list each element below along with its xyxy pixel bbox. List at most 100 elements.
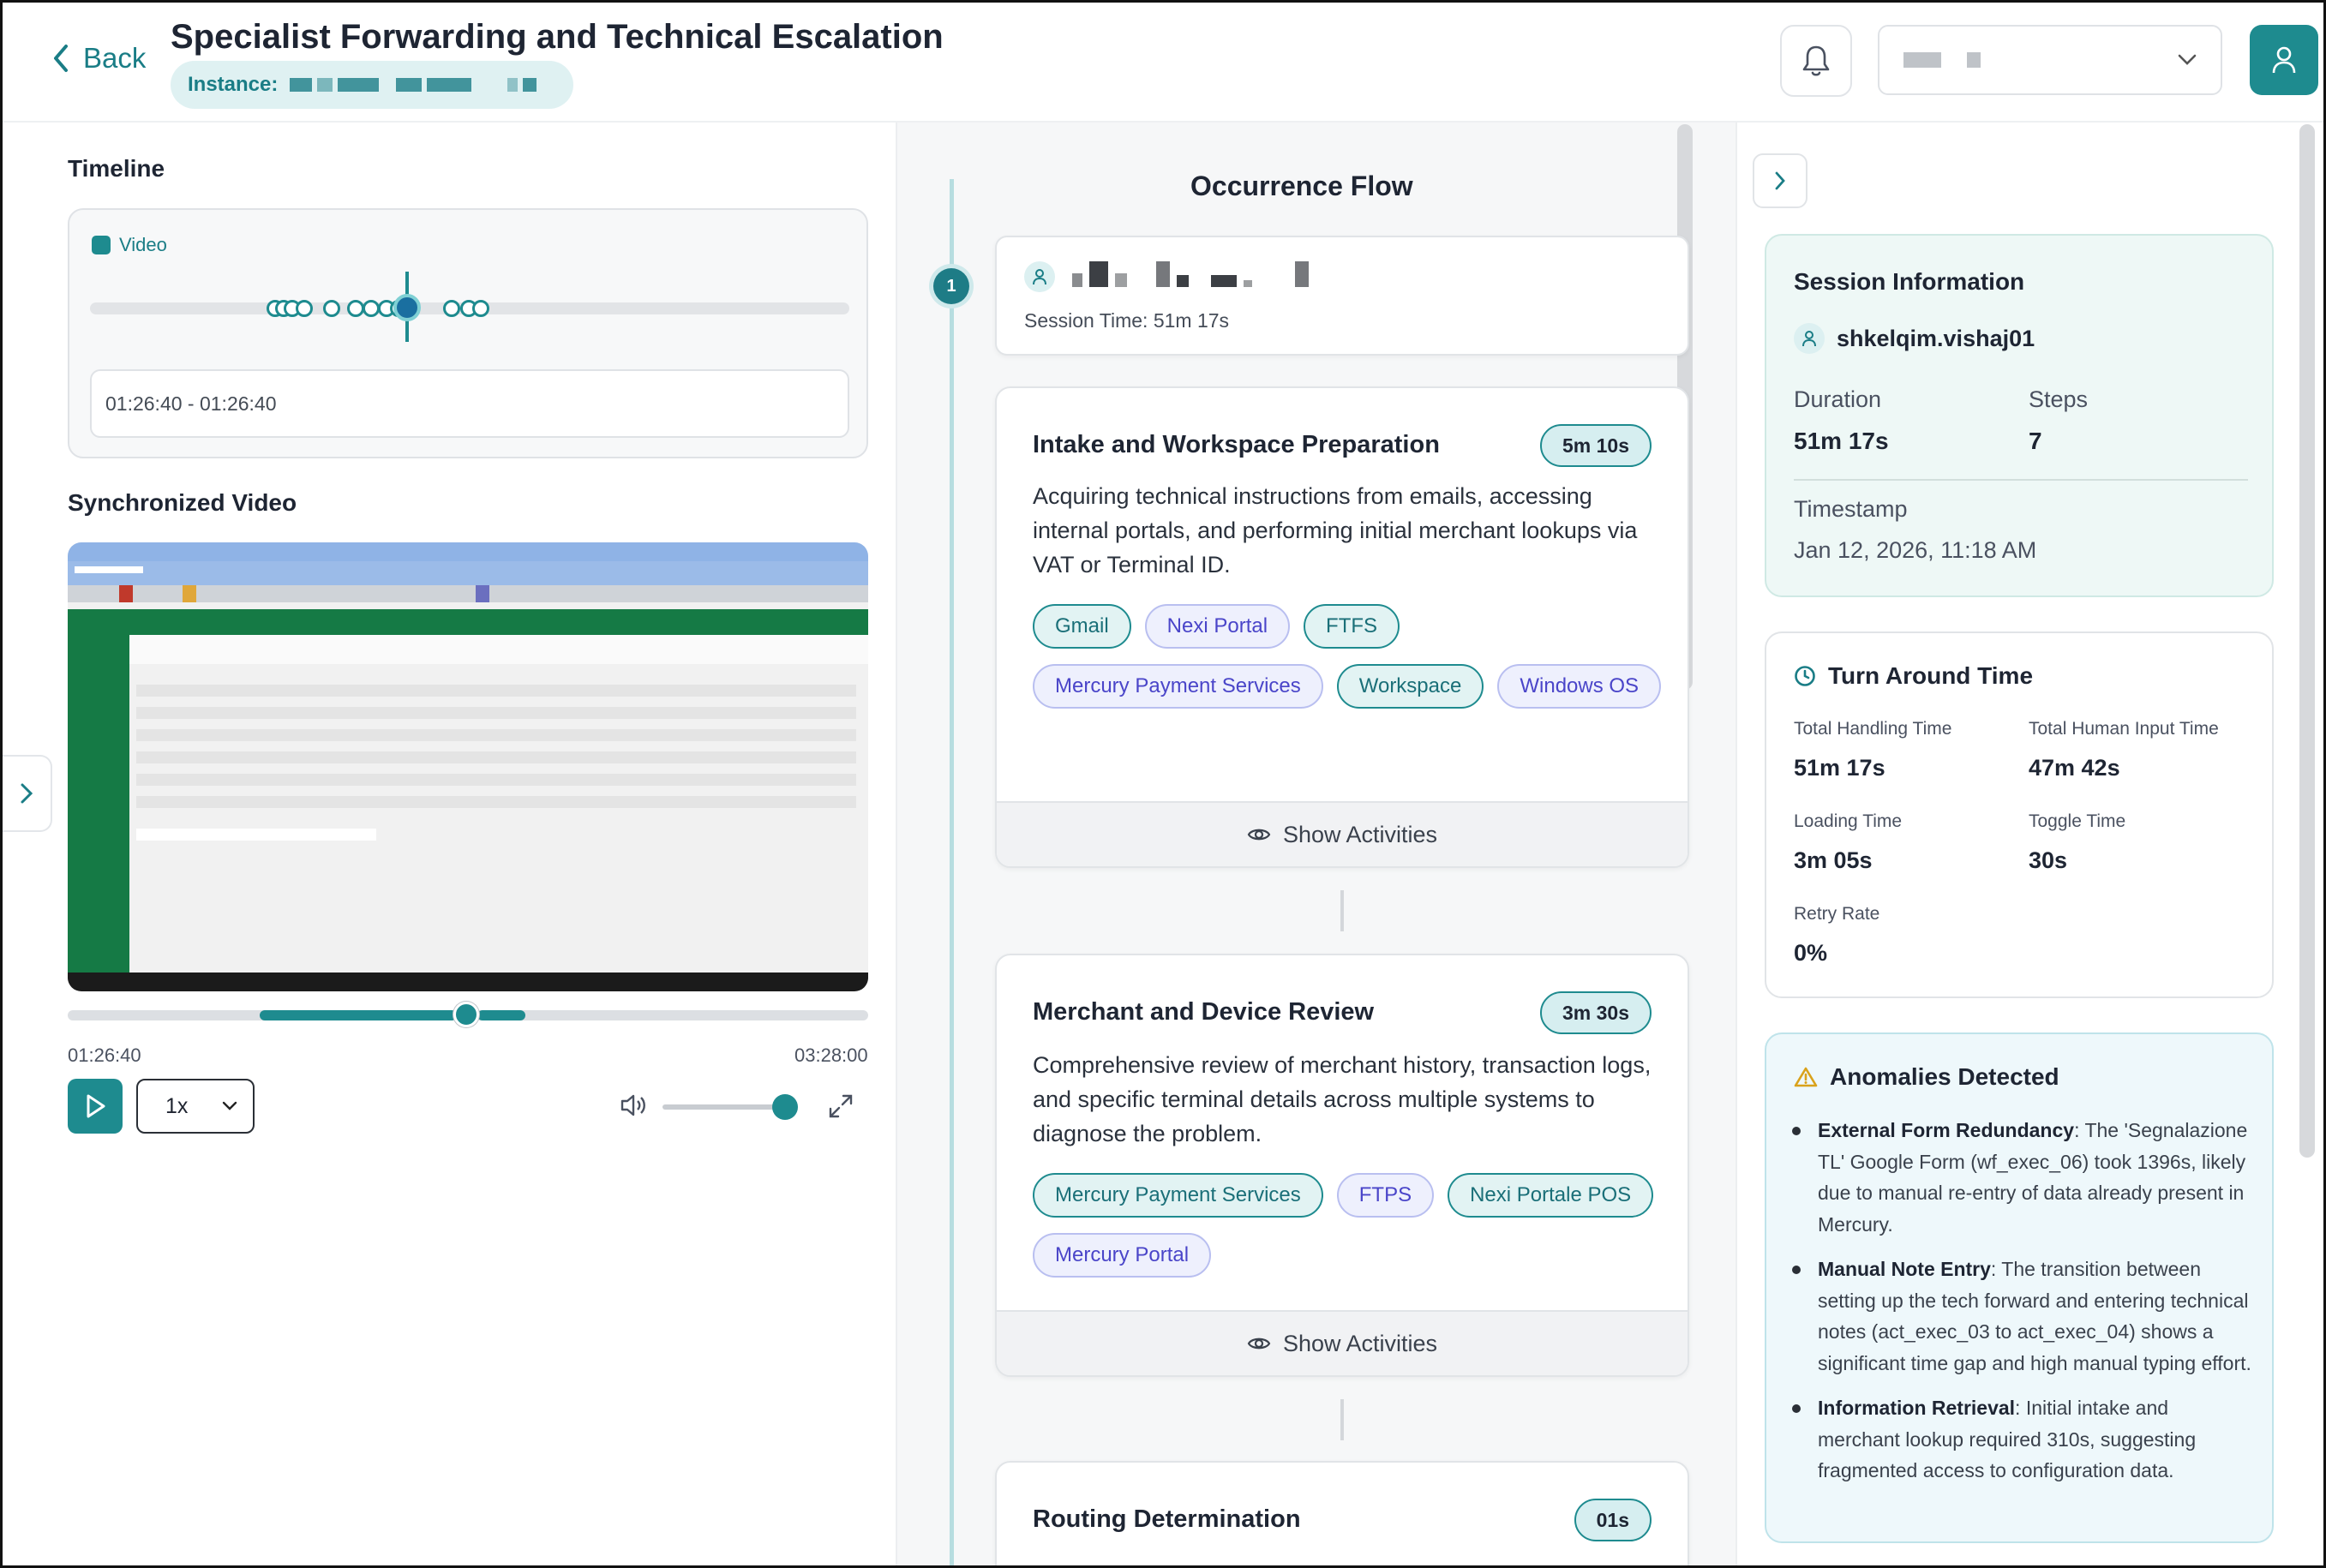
eye-icon — [1247, 1338, 1271, 1350]
timeline-playhead[interactable] — [393, 294, 421, 321]
step-card: Routing Determination 01s — [995, 1461, 1689, 1565]
fullscreen-icon[interactable] — [827, 1092, 854, 1120]
session-user: shkelqim.vishaj01 — [1794, 323, 2035, 354]
total-human-value: 47m 42s — [2029, 755, 2120, 781]
redacted-user-name — [1903, 52, 1981, 68]
step-title: Merchant and Device Review — [1033, 998, 1375, 1026]
video-heading: Synchronized Video — [68, 489, 297, 516]
tool-tag[interactable]: Workspace — [1336, 664, 1484, 709]
show-activities-label: Show Activities — [1282, 821, 1438, 847]
show-activities-label: Show Activities — [1282, 1330, 1438, 1356]
flow-heading: Occurrence Flow — [1190, 171, 1413, 201]
anomaly-item: Information Retrieval: Initial intake an… — [1792, 1392, 2255, 1487]
back-label: Back — [83, 42, 147, 74]
timeline-marker[interactable] — [472, 300, 489, 317]
step-title: Routing Determination — [1033, 1505, 1301, 1533]
session-username: shkelqim.vishaj01 — [1837, 325, 2035, 351]
tool-tag[interactable]: Mercury Portal — [1033, 1233, 1212, 1278]
duration-time: 03:28:00 — [794, 1044, 868, 1066]
timeline-marker[interactable] — [443, 300, 460, 317]
play-icon — [87, 1094, 105, 1118]
total-human-label: Total Human Input Time — [2029, 719, 2219, 739]
session-card: Session Time: 51m 17s — [995, 236, 1689, 356]
step-card: Intake and Workspace Preparation 5m 10s … — [995, 386, 1689, 868]
total-handling-value: 51m 17s — [1794, 755, 1885, 781]
instance-badge: Instance: — [171, 61, 573, 109]
notifications-button[interactable] — [1780, 25, 1852, 97]
video-frame-sidebar — [68, 609, 129, 973]
volume-icon[interactable] — [620, 1092, 649, 1118]
show-activities-button[interactable]: Show Activities — [997, 1310, 1688, 1375]
tool-tag[interactable]: Mercury Payment Services — [1033, 664, 1323, 709]
profile-button[interactable] — [2250, 25, 2318, 95]
timeline-track[interactable] — [90, 300, 849, 317]
seek-buffered — [260, 1010, 457, 1020]
details-scrollbar[interactable] — [2299, 124, 2315, 1158]
expand-left-panel-button[interactable] — [3, 755, 52, 832]
video-seek-bar[interactable] — [68, 1002, 868, 1027]
step-duration-badge: 3m 30s — [1539, 991, 1652, 1034]
tool-tag[interactable]: Nexi Portal — [1144, 604, 1291, 649]
volume-thumb[interactable] — [772, 1094, 798, 1120]
chevron-down-icon — [222, 1101, 237, 1110]
tool-tag[interactable]: Windows OS — [1497, 664, 1662, 709]
step-duration-badge: 01s — [1574, 1499, 1652, 1541]
user-select[interactable] — [1878, 25, 2222, 95]
current-time: 01:26:40 — [68, 1044, 141, 1066]
tool-tag[interactable]: FTFS — [1304, 604, 1400, 649]
timeline-marker[interactable] — [323, 300, 340, 317]
volume-slider[interactable] — [662, 1104, 788, 1110]
step-number-badge: 1 — [933, 268, 969, 304]
seek-thumb[interactable] — [453, 1002, 479, 1027]
anomaly-title: Manual Note Entry — [1818, 1258, 1991, 1280]
redacted-instance-id — [290, 78, 537, 92]
timestamp-value: Jan 12, 2026, 11:18 AM — [1794, 537, 2037, 563]
tool-tag[interactable]: Nexi Portale POS — [1448, 1173, 1654, 1218]
chevron-down-icon — [2178, 54, 2197, 65]
collapse-details-button[interactable] — [1753, 153, 1807, 208]
page-title: Specialist Forwarding and Technical Esca… — [171, 18, 944, 56]
instance-label: Instance: — [188, 73, 279, 96]
step-tags: Gmail Nexi Portal FTFS Mercury Payment S… — [1033, 604, 1667, 709]
user-icon — [2272, 46, 2296, 74]
session-info-card: Session Information shkelqim.vishaj01 Du… — [1765, 234, 2274, 597]
steps-label: Steps — [2029, 386, 2089, 412]
step-description: Acquiring technical instructions from em… — [1033, 483, 1638, 578]
timeline-marker[interactable] — [296, 300, 313, 317]
chevron-left-icon — [54, 45, 68, 72]
loading-value: 3m 05s — [1794, 847, 1873, 873]
divider — [1794, 479, 2248, 481]
user-icon — [1794, 323, 1825, 354]
show-activities-button[interactable]: Show Activities — [997, 801, 1688, 866]
anomaly-item: Manual Note Entry: The transition betwee… — [1792, 1254, 2255, 1379]
play-button[interactable] — [68, 1079, 123, 1134]
timeline-marker[interactable] — [347, 300, 364, 317]
turn-around-time-card: Turn Around Time Total Handling Time 51m… — [1765, 631, 2274, 998]
video-frame-titlebar — [68, 542, 868, 561]
chevron-right-icon — [1775, 171, 1785, 190]
tool-tag[interactable]: Mercury Payment Services — [1033, 1173, 1323, 1218]
timeline-marker[interactable] — [363, 300, 380, 317]
tat-heading: Turn Around Time — [1828, 662, 2034, 689]
tool-tag[interactable]: FTPS — [1336, 1173, 1435, 1218]
duration-value: 51m 17s — [1794, 428, 1889, 454]
tool-tag[interactable]: Gmail — [1033, 604, 1131, 649]
anomalies-heading: Anomalies Detected — [1830, 1063, 2059, 1090]
app-frame: Back Specialist Forwarding and Technical… — [0, 0, 2326, 1568]
anomalies-card: Anomalies Detected External Form Redunda… — [1765, 1032, 2274, 1543]
video-frame-taskbar — [68, 973, 868, 991]
video-frame-header — [68, 609, 868, 635]
timeline-legend: Video — [92, 234, 167, 256]
session-time: Session Time: 51m 17s — [1024, 309, 1230, 332]
chevron-right-icon — [21, 783, 33, 804]
session-info-heading: Session Information — [1794, 268, 2025, 295]
playback-speed-select[interactable]: 1x — [136, 1079, 255, 1134]
time-range-field[interactable]: 01:26:40 - 01:26:40 — [90, 369, 849, 438]
back-button[interactable]: Back — [51, 42, 146, 75]
video-player[interactable] — [68, 542, 868, 991]
seek-buffered — [477, 1010, 525, 1020]
step-connector — [1340, 1399, 1344, 1440]
step-tags: Mercury Payment Services FTPS Nexi Porta… — [1033, 1173, 1667, 1278]
redacted-user-name — [1072, 261, 1309, 287]
step-duration-badge: 5m 10s — [1539, 424, 1652, 467]
